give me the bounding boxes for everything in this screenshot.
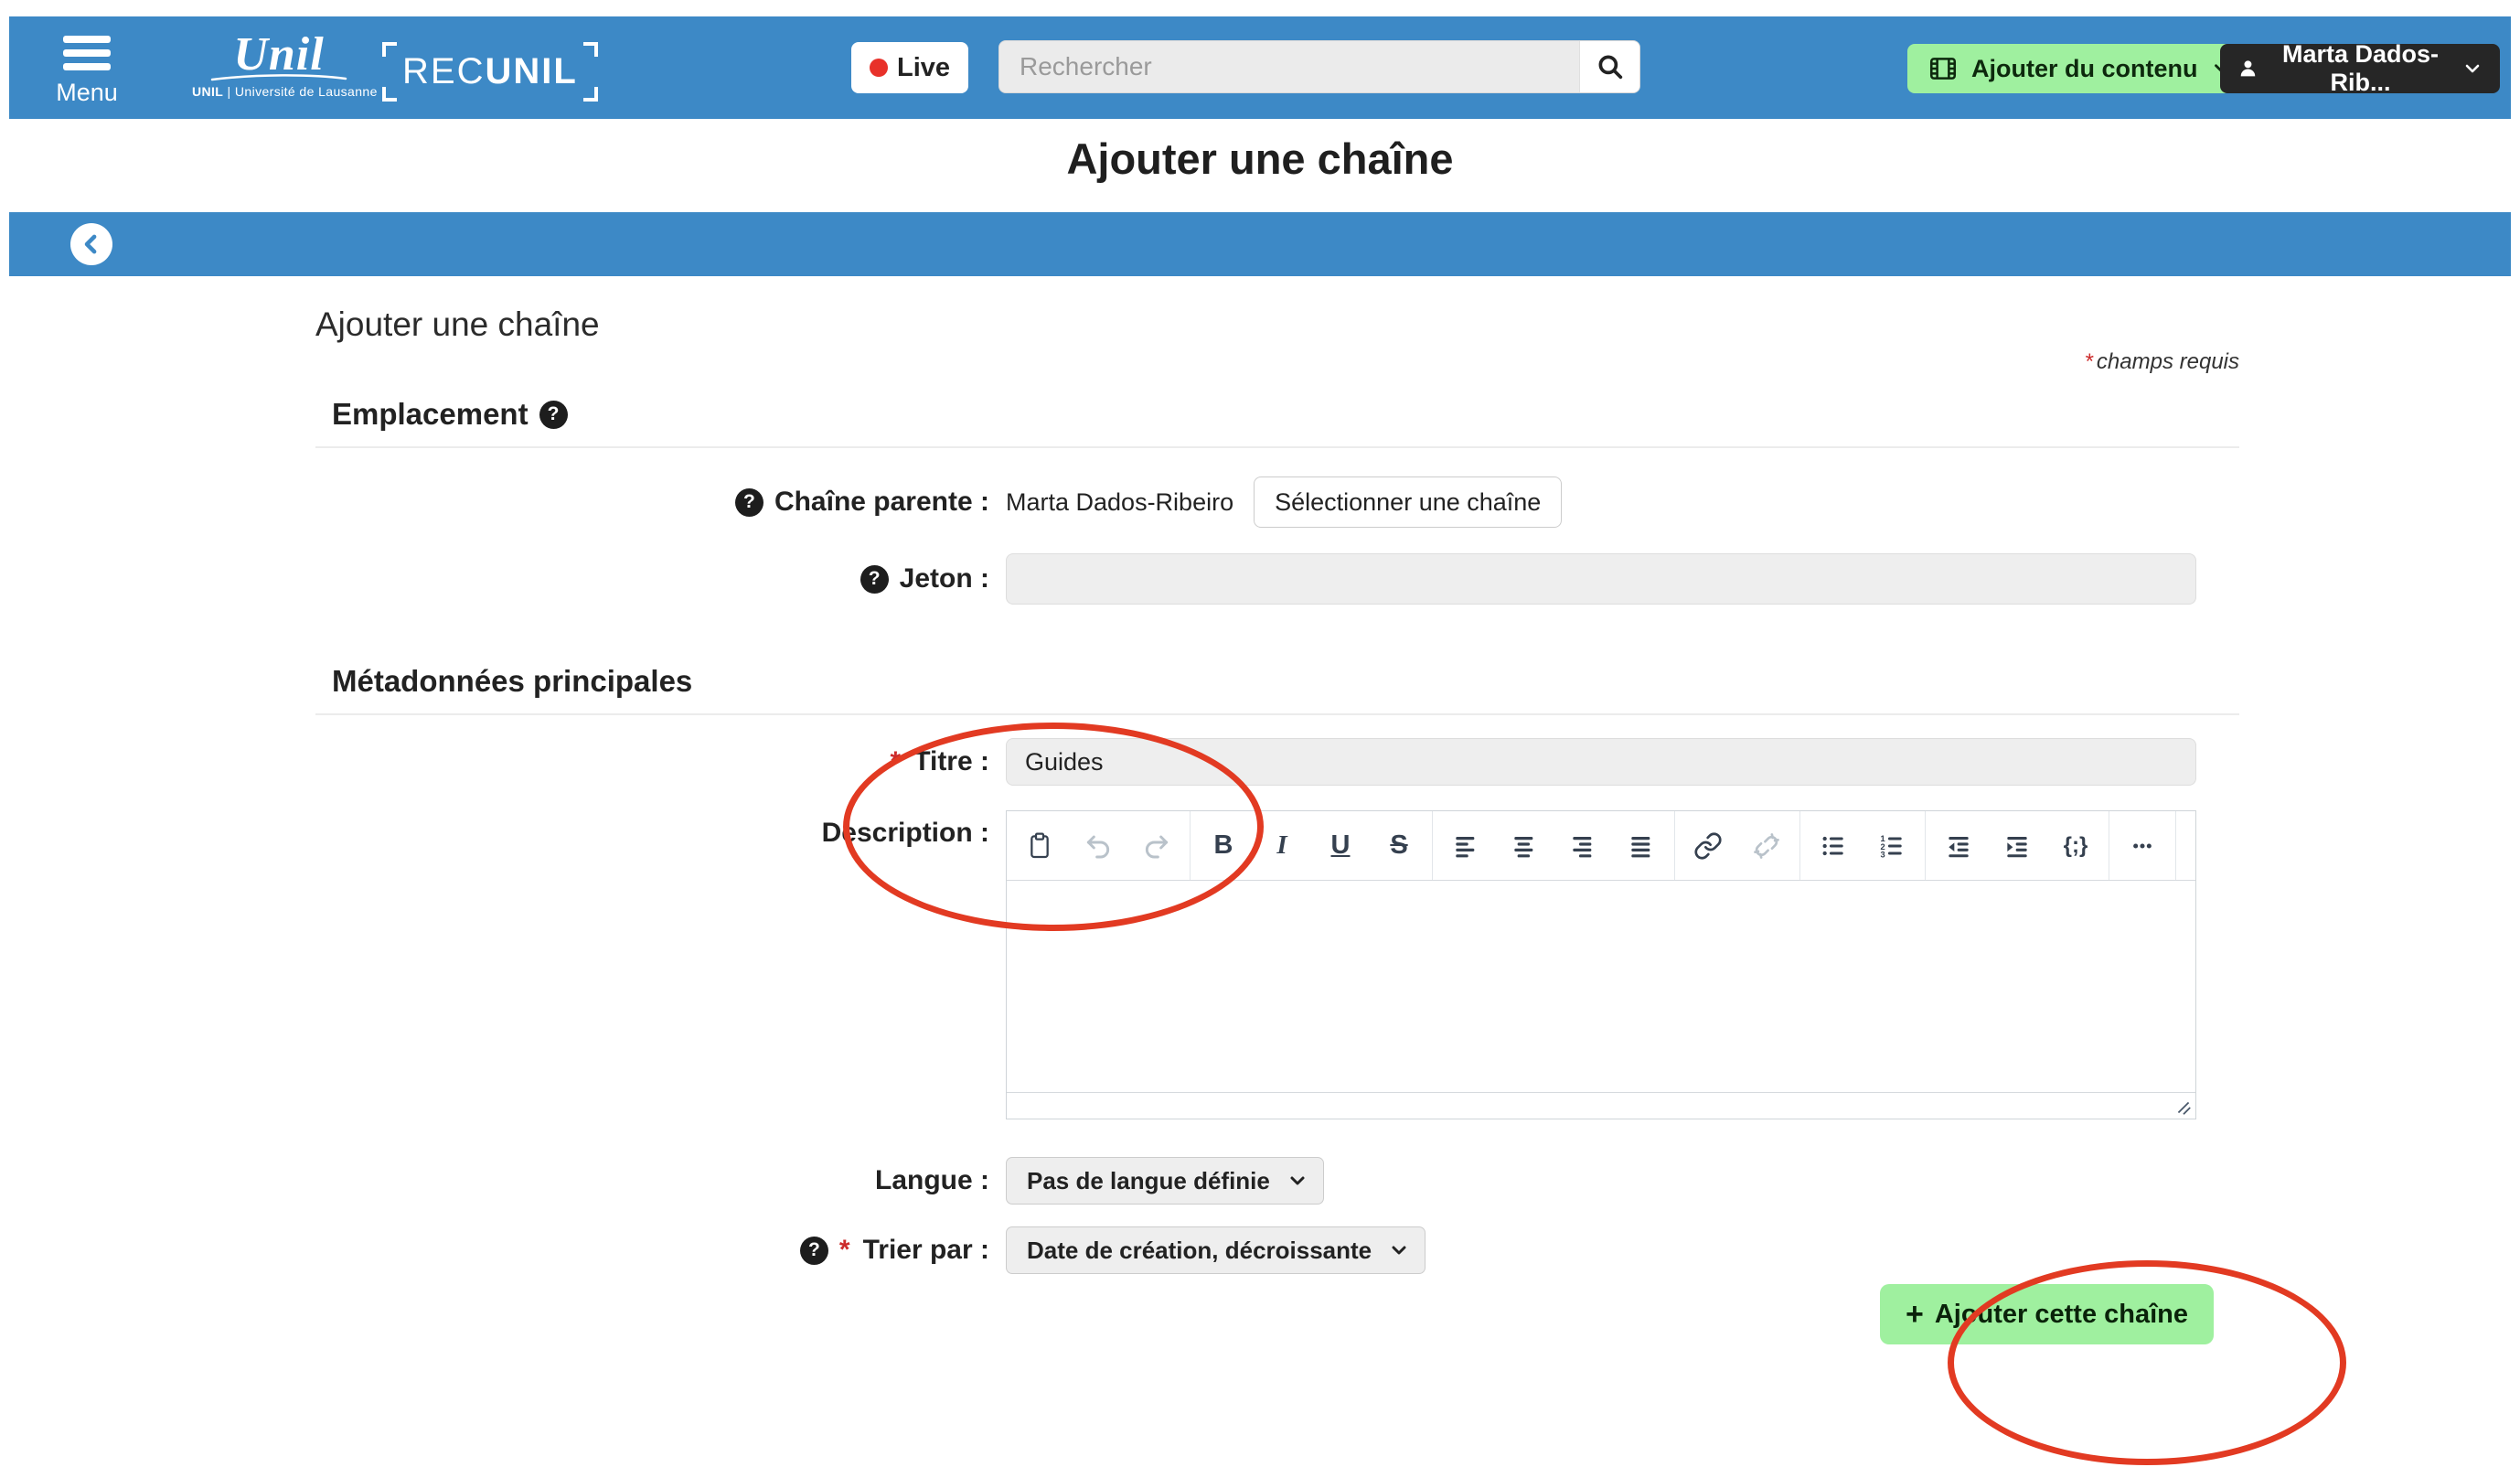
required-fields-note: *champs requis: [315, 349, 2239, 375]
help-icon[interactable]: ?: [800, 1237, 828, 1265]
description-textarea[interactable]: [1007, 881, 2195, 1093]
underline-icon[interactable]: U: [1311, 816, 1370, 876]
unil-script-text: Unil: [233, 28, 324, 80]
search-icon: [1595, 51, 1626, 82]
section-title-metadata: Métadonnées principales: [332, 664, 2239, 699]
undo-icon[interactable]: [1069, 816, 1127, 876]
search-button[interactable]: [1579, 41, 1639, 92]
toolbar-group: [1675, 811, 1800, 880]
recunil-text: RECUNIL: [402, 51, 578, 91]
bracket-corner: [382, 42, 397, 57]
toolbar-group: [2109, 811, 2176, 880]
editor-toolbar: BIUS 123 {;}: [1007, 811, 2195, 881]
back-button[interactable]: [70, 223, 112, 265]
align-left-icon[interactable]: [1436, 816, 1495, 876]
secondary-bar: [9, 212, 2511, 276]
more-icon[interactable]: [2113, 816, 2172, 876]
chevron-down-icon: [1388, 1239, 1410, 1261]
search-input[interactable]: [999, 41, 1579, 92]
add-content-button[interactable]: Ajouter du contenu: [1907, 44, 2254, 93]
description-label: Description :: [315, 810, 989, 849]
unil-caption: UNIL | Université de Lausanne: [192, 84, 378, 99]
description-row: Description : BIUS 123 {;}: [315, 810, 2239, 1119]
live-button[interactable]: Live: [851, 42, 968, 93]
description-editor: BIUS 123 {;}: [1006, 810, 2196, 1119]
plus-icon: +: [1906, 1299, 1924, 1330]
chevron-down-icon: [2461, 58, 2483, 80]
jeton-input[interactable]: [1006, 553, 2196, 605]
outdent-icon[interactable]: [1929, 816, 1988, 876]
select-chain-button[interactable]: Sélectionner une chaîne: [1254, 477, 1562, 528]
toolbar-group: [1433, 811, 1675, 880]
bracket-corner: [382, 87, 397, 102]
trier-label: ? * Trier par :: [315, 1235, 989, 1266]
user-menu-button[interactable]: Marta Dados-Rib...: [2220, 44, 2500, 93]
align-center-icon[interactable]: [1495, 816, 1554, 876]
search-bar: [998, 40, 1640, 93]
section-divider: [315, 446, 2239, 448]
parent-chain-value: Marta Dados-Ribeiro: [1006, 488, 1233, 517]
trier-row: ? * Trier par : Date de création, décroi…: [315, 1226, 2239, 1275]
page-title: Ajouter une chaîne: [0, 134, 2520, 184]
menu-button[interactable]: Menu: [46, 27, 128, 107]
italic-icon[interactable]: I: [1253, 816, 1311, 876]
page-root: Menu Unil UNIL | Université de Lausanne …: [0, 0, 2520, 1467]
form-content: Ajouter une chaîne *champs requis Emplac…: [315, 293, 2239, 1344]
langue-label: Langue :: [315, 1165, 989, 1196]
chevron-left-icon: [78, 230, 105, 258]
resize-grip-icon[interactable]: [2174, 1098, 2193, 1117]
live-label: Live: [897, 53, 950, 83]
trier-select[interactable]: Date de création, décroissante: [1006, 1226, 1426, 1274]
paste-icon[interactable]: [1010, 816, 1069, 876]
align-right-icon[interactable]: [1554, 816, 1612, 876]
form-heading: Ajouter une chaîne: [315, 305, 2239, 344]
chevron-down-icon: [1287, 1170, 1308, 1192]
submit-row: + Ajouter cette chaîne: [315, 1284, 2239, 1344]
jeton-label: ? Jeton :: [315, 563, 989, 594]
toolbar-group: [1007, 811, 1191, 880]
menu-label: Menu: [56, 79, 118, 107]
bracket-corner: [583, 87, 598, 102]
indent-icon[interactable]: [1988, 816, 2046, 876]
unil-logo[interactable]: Unil UNIL | Université de Lausanne: [192, 31, 366, 101]
help-icon[interactable]: ?: [539, 401, 568, 429]
langue-row: Langue : Pas de langue définie: [315, 1156, 2239, 1205]
toolbar-group: BIUS: [1191, 811, 1433, 880]
list-ul-icon[interactable]: [1804, 816, 1863, 876]
help-icon[interactable]: ?: [860, 565, 889, 594]
film-icon: [1927, 53, 1959, 84]
main-navbar: Menu Unil UNIL | Université de Lausanne …: [9, 16, 2511, 119]
parent-chain-row: ? Chaîne parente : Marta Dados-Ribeiro S…: [315, 476, 2239, 529]
add-chain-button[interactable]: + Ajouter cette chaîne: [1880, 1284, 2214, 1344]
bold-icon[interactable]: B: [1194, 816, 1253, 876]
align-justify-icon[interactable]: [1612, 816, 1671, 876]
unlink-icon[interactable]: [1737, 816, 1796, 876]
bracket-corner: [583, 42, 598, 57]
editor-statusbar: [1007, 1093, 2195, 1119]
code-icon[interactable]: {;}: [2046, 816, 2105, 876]
user-icon: [2237, 55, 2259, 82]
live-dot-icon: [870, 59, 888, 77]
svg-text:3: 3: [1880, 850, 1885, 859]
add-chain-label: Ajouter cette chaîne: [1935, 1300, 2188, 1330]
strikethrough-icon[interactable]: S: [1370, 816, 1428, 876]
langue-select[interactable]: Pas de langue définie: [1006, 1157, 1324, 1205]
list-ol-icon[interactable]: 123: [1863, 816, 1921, 876]
section-divider: [315, 713, 2239, 715]
toolbar-group: 123: [1800, 811, 1926, 880]
titre-input[interactable]: [1006, 738, 2196, 786]
hamburger-icon: [63, 36, 111, 70]
jeton-row: ? Jeton :: [315, 552, 2239, 605]
redo-icon[interactable]: [1127, 816, 1186, 876]
parent-chain-label: ? Chaîne parente :: [315, 487, 989, 518]
titre-label: * Titre :: [315, 746, 989, 777]
section-title-emplacement: Emplacement ?: [332, 397, 2239, 432]
recunil-logo[interactable]: RECUNIL: [382, 42, 598, 102]
user-label: Marta Dados-Rib...: [2270, 40, 2451, 97]
link-icon[interactable]: [1679, 816, 1737, 876]
add-content-label: Ajouter du contenu: [1971, 55, 2197, 83]
titre-row: * Titre :: [315, 737, 2239, 787]
help-icon[interactable]: ?: [735, 488, 763, 517]
toolbar-group: {;}: [1926, 811, 2109, 880]
